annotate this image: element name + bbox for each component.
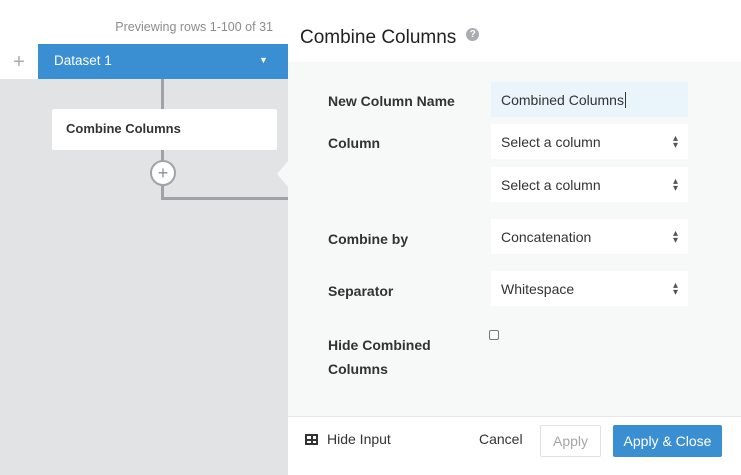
hide-combined-label-line2: Columns <box>328 361 388 377</box>
column-select-2[interactable]: Select a column ▴ ▾ <box>491 167 688 202</box>
column-select-1-value: Select a column <box>501 133 601 150</box>
new-column-name-input[interactable]: Combined Columns <box>491 82 688 117</box>
hide-input-label: Hide Input <box>327 431 391 447</box>
combine-by-select[interactable]: Concatenation ▴ ▾ <box>491 219 688 254</box>
new-column-name-value: Combined Columns <box>501 91 624 108</box>
new-column-name-label: New Column Name <box>328 93 455 109</box>
up-down-arrows-icon: ▴ ▾ <box>672 279 678 298</box>
panel-footer: Hide Input Cancel Apply Apply & Close <box>288 416 741 475</box>
step-editor-panel: Combine Columns ? New Column Name Combin… <box>288 0 741 475</box>
panel-title-text: Combine Columns <box>300 27 457 48</box>
preview-header: Previewing rows 1-100 of 31 <box>0 0 288 44</box>
dataset-bar[interactable]: + Dataset 1 ▼ <box>0 44 288 79</box>
flow-connector <box>161 79 164 109</box>
separator-label: Separator <box>328 283 394 299</box>
hide-combined-columns-label: Hide Combined Columns <box>328 333 431 381</box>
hide-input-button[interactable]: Hide Input <box>305 431 391 447</box>
recipe-step-label: Combine Columns <box>66 121 181 136</box>
hide-combined-columns-checkbox[interactable] <box>489 330 499 340</box>
step-form: New Column Name Combined Columns Column … <box>288 62 741 416</box>
add-step-button[interactable]: + <box>150 160 176 186</box>
combine-by-value: Concatenation <box>501 228 592 245</box>
recipe-step-combine-columns[interactable]: Combine Columns <box>52 109 277 150</box>
add-dataset-button[interactable]: + <box>0 44 38 79</box>
panel-title: Combine Columns ? <box>300 27 480 49</box>
plus-circle-icon: + <box>157 162 169 183</box>
combine-by-label: Combine by <box>328 231 409 247</box>
dataset-name: Dataset 1 <box>54 53 112 68</box>
separator-select[interactable]: Whitespace ▴ ▾ <box>491 271 688 306</box>
up-down-arrows-icon: ▴ ▾ <box>672 132 678 151</box>
help-circle-icon[interactable]: ? <box>466 27 480 41</box>
recipe-pane: Previewing rows 1-100 of 31 + Dataset 1 … <box>0 0 288 475</box>
column-select-2-value: Select a column <box>501 176 601 193</box>
apply-button[interactable]: Apply <box>540 425 601 457</box>
table-icon <box>305 433 318 445</box>
cancel-button[interactable]: Cancel <box>479 431 523 447</box>
hide-combined-label-line1: Hide Combined <box>328 337 431 353</box>
preview-rows-text: Previewing rows 1-100 of 31 <box>115 20 273 34</box>
up-down-arrows-icon: ▴ ▾ <box>672 227 678 246</box>
plus-icon: + <box>13 50 25 73</box>
column-select-1[interactable]: Select a column ▴ ▾ <box>491 124 688 159</box>
flow-connector <box>161 197 288 200</box>
caret-down-icon[interactable]: ▼ <box>259 55 268 65</box>
up-down-arrows-icon: ▴ ▾ <box>672 175 678 194</box>
text-cursor <box>624 91 626 108</box>
separator-value: Whitespace <box>501 280 575 297</box>
column-label: Column <box>328 135 381 151</box>
apply-and-close-button[interactable]: Apply & Close <box>613 425 722 457</box>
